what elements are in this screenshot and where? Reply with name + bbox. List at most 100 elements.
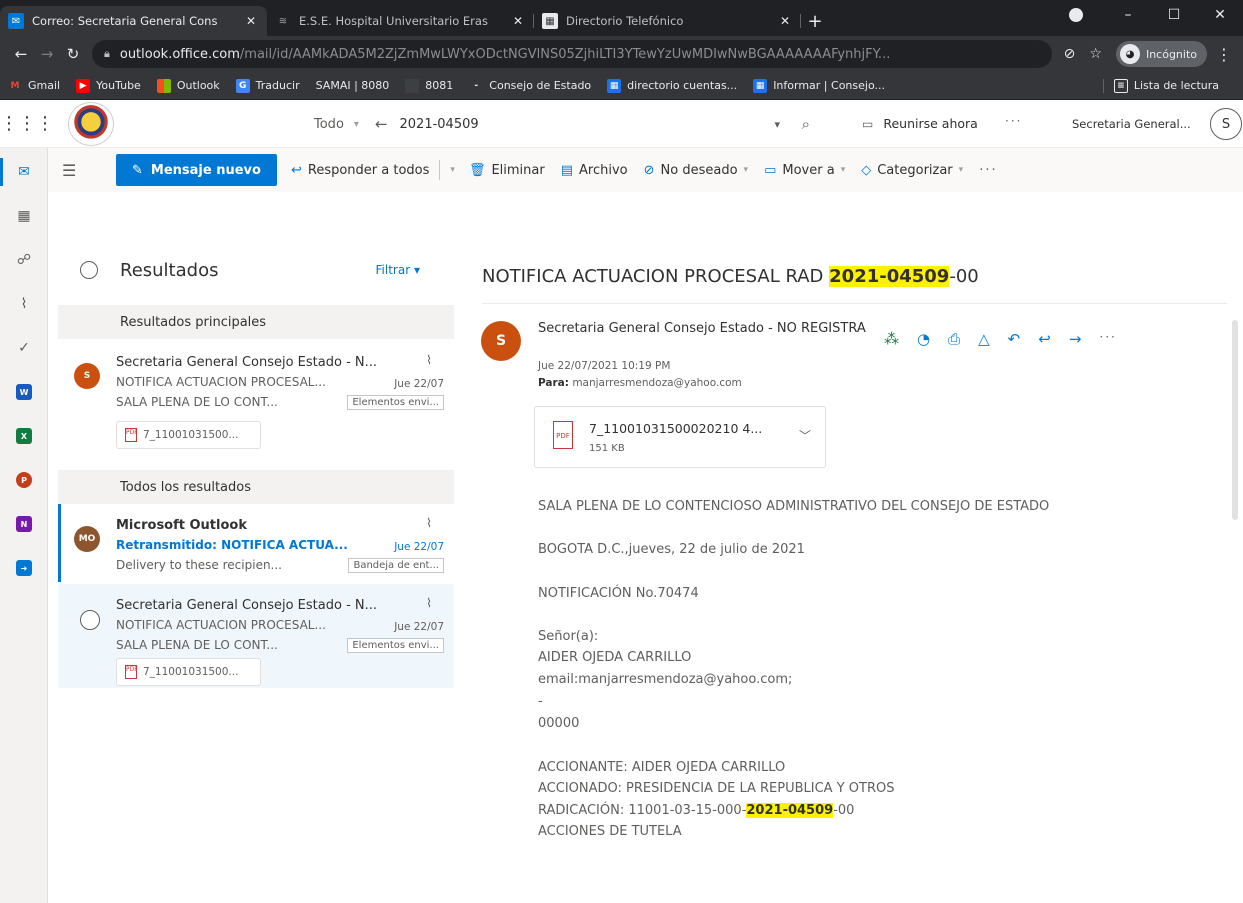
bookmark-consejo[interactable]: - Consejo de Estado — [469, 79, 591, 93]
reply-all-dropdown[interactable]: ▾ — [450, 165, 455, 175]
list-item[interactable]: S Secretaria General Consejo Estado - N.… — [58, 339, 454, 469]
tab-title: Correo: Secretaria General Cons — [32, 14, 218, 28]
url-host: outlook.office.com — [119, 46, 240, 62]
close-icon[interactable]: ✕ — [777, 14, 793, 28]
bookmark-traducir[interactable]: G Traducir — [235, 78, 300, 93]
select-all-checkbox[interactable] — [80, 261, 98, 279]
hospital-favicon-icon: ≋ — [278, 15, 288, 27]
url-path: /mail/id/AAMkADA5M2ZjZmMwLWYxODctNGVlNS0… — [239, 46, 891, 62]
message-sender: Microsoft Outlook — [116, 518, 247, 533]
attachment-icon[interactable]: ⌇ — [0, 282, 48, 326]
tab-directorio[interactable]: ▦ Directorio Telefónico ✕ — [534, 6, 801, 36]
more-commands-icon[interactable]: ··· — [979, 163, 997, 178]
close-window-icon[interactable]: ✕ — [1197, 7, 1243, 23]
back-arrow-icon[interactable]: ← — [8, 45, 34, 63]
bookmark-gmail[interactable]: M Gmail — [8, 79, 61, 93]
onenote-icon[interactable]: N — [0, 502, 48, 546]
profile-icon[interactable] — [1069, 8, 1083, 22]
bookmark-directorio[interactable]: ▦ directorio cuentas... — [607, 78, 737, 93]
close-icon[interactable]: ✕ — [510, 14, 526, 28]
chevron-down-icon[interactable]: ▾ — [354, 119, 359, 130]
new-message-button[interactable]: ✎ Mensaje nuevo — [116, 154, 277, 186]
minimize-icon[interactable]: – — [1105, 7, 1151, 23]
tab-hospital[interactable]: ≋ E.S.E. Hospital Universitario Eras ✕ — [267, 6, 534, 36]
chevron-down-icon: ▾ — [958, 165, 964, 175]
more-options-icon[interactable]: ··· — [1099, 330, 1116, 348]
like-icon[interactable]: △ — [978, 330, 990, 348]
bookmark-outlook[interactable]: Outlook — [156, 78, 220, 93]
paperclip-icon: ⌇ — [426, 516, 432, 530]
search-icon[interactable]: ⌕ — [802, 115, 810, 133]
forward-icon[interactable]: → — [1069, 330, 1082, 348]
scrollbar[interactable] — [1232, 320, 1238, 520]
sender-name[interactable]: Secretaria General Consejo Estado - NO R… — [538, 320, 888, 337]
delete-button[interactable]: 🗑︎ Eliminar — [469, 163, 545, 178]
reply-all-button[interactable]: ↩ Responder a todos — [291, 163, 429, 178]
meet-now-button[interactable]: ▭ Reunirse ahora — [862, 116, 978, 131]
powerpoint-icon[interactable]: P — [0, 458, 48, 502]
forward-arrow-icon[interactable]: → — [34, 45, 60, 63]
translate-icon: G — [235, 78, 250, 93]
bookmark-youtube[interactable]: ▶ YouTube — [76, 78, 141, 93]
chevron-down-icon[interactable]: ﹀ — [799, 427, 811, 444]
close-icon[interactable]: ✕ — [243, 14, 259, 28]
paperclip-icon: ⌇ — [426, 596, 432, 610]
list-item[interactable]: MO Microsoft Outlook ⌇ Retransmitido: NO… — [58, 504, 454, 582]
search-input[interactable]: 2021-04509 — [400, 117, 479, 132]
reply-all-icon[interactable]: ↩ — [1038, 330, 1051, 348]
list-item[interactable]: Secretaria General Consejo Estado - N...… — [58, 584, 454, 688]
incognito-badge[interactable]: ◕ Incógnito — [1115, 41, 1207, 67]
attachment-chip[interactable]: PDF 7_11001031500... — [116, 658, 261, 686]
people-icon[interactable]: ☍ — [0, 238, 48, 282]
star-icon[interactable]: ☆ — [1089, 46, 1102, 62]
avatar[interactable]: S — [1210, 108, 1242, 140]
move-to-button[interactable]: ▭ Mover a ▾ — [764, 163, 845, 178]
eye-off-icon[interactable]: ⊘ — [1064, 46, 1076, 62]
section-all-results: Todos los resultados — [58, 470, 454, 504]
dash-icon: - — [474, 80, 479, 91]
lock-icon[interactable]: 🔒︎ — [104, 47, 110, 61]
more-options-icon[interactable]: ··· — [1005, 114, 1022, 128]
sender-avatar[interactable]: S — [481, 321, 521, 361]
url-field[interactable]: 🔒︎ outlook.office.com /mail/id/AAMkADA5M… — [92, 40, 1052, 68]
outlook-header: ⋮⋮⋮ Todo ▾ ← 2021-04509 ▾ ⌕ ▭ Reunirse a… — [0, 100, 1243, 148]
email-date: Jue 22/07/2021 10:19 PM — [538, 360, 671, 372]
mail-icon[interactable]: ✉ — [0, 150, 48, 194]
chevron-down-icon: ▾ — [743, 165, 749, 175]
print-icon[interactable]: ⎙ — [948, 330, 960, 348]
reload-icon[interactable]: ↻ — [60, 45, 86, 63]
excel-icon[interactable]: X — [0, 414, 48, 458]
back-arrow-icon[interactable]: ← — [375, 115, 388, 133]
pdf-icon: PDF — [125, 665, 138, 679]
teams-icon[interactable]: ➜ — [0, 546, 48, 590]
search-scope[interactable]: Todo — [314, 117, 344, 132]
select-checkbox[interactable] — [80, 610, 100, 630]
browser-menu-icon[interactable]: ⋮ — [1213, 45, 1235, 64]
calendar-icon[interactable]: ▦ — [0, 194, 48, 238]
chevron-down-icon[interactable]: ▾ — [774, 118, 780, 131]
word-icon[interactable]: W — [0, 370, 48, 414]
archive-button[interactable]: ▤ Archivo — [561, 163, 628, 178]
bookmark-8081[interactable]: 8081 — [405, 78, 453, 93]
filter-button[interactable]: Filtrar ▾ — [376, 263, 420, 277]
hamburger-menu-icon[interactable]: ☰ — [62, 161, 98, 180]
tab-outlook[interactable]: ✉ Correo: Secretaria General Cons ✕ — [0, 6, 267, 36]
todo-icon[interactable]: ✓ — [0, 326, 48, 370]
reading-list[interactable]: ≡ Lista de lectura — [1102, 78, 1219, 93]
message-date: Jue 22/07 — [394, 621, 444, 633]
new-tab-button[interactable]: + — [801, 6, 829, 36]
app-launcher-icon[interactable]: ⋮⋮⋮ — [0, 113, 54, 134]
maximize-icon[interactable]: ☐ — [1151, 7, 1197, 23]
search-box[interactable]: Todo ▾ ← 2021-04509 ▾ ⌕ — [300, 108, 840, 140]
bookmark-samai[interactable]: SAMAI | 8080 — [316, 79, 390, 92]
account-name[interactable]: Secretaria General... — [1072, 117, 1191, 131]
categorize-button[interactable]: ◇ Categorizar ▾ — [861, 163, 963, 178]
reply-icon[interactable]: ↶ — [1008, 330, 1021, 348]
translate-icon[interactable]: ⁂ — [884, 330, 899, 348]
attachment-card[interactable]: PDF 7_11001031500020210 4... 151 KB ﹀ — [534, 406, 826, 468]
junk-button[interactable]: ⊘ No deseado ▾ — [644, 163, 748, 178]
incognito-label: Incógnito — [1145, 47, 1197, 61]
refresh-icon[interactable]: ◔ — [917, 330, 930, 348]
bookmark-informar[interactable]: ▦ Informar | Consejo... — [753, 78, 885, 93]
attachment-chip[interactable]: PDF 7_11001031500... — [116, 421, 261, 449]
